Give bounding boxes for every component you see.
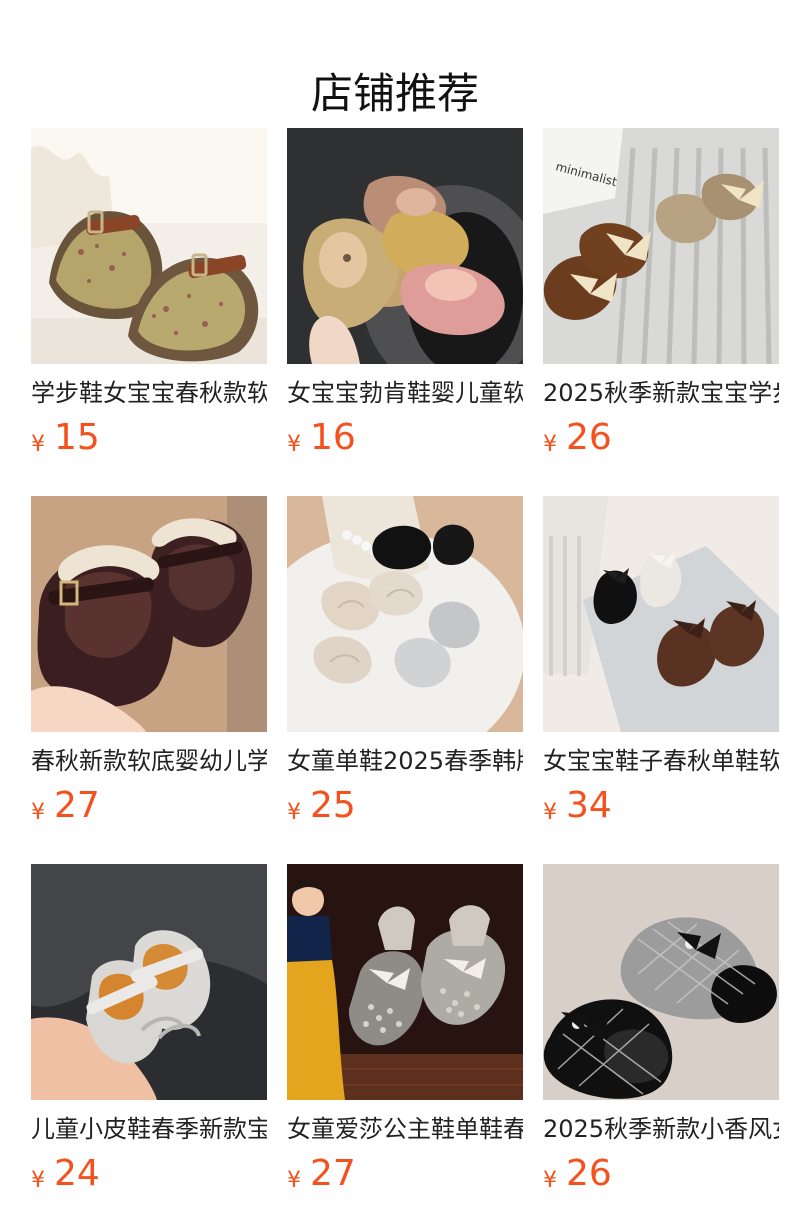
product-price: ¥ 16: [287, 416, 523, 460]
product-name[interactable]: 学步鞋女宝宝春秋款软底: [31, 376, 267, 410]
product-card-5[interactable]: 女童单鞋2025春季韩版公主鞋 ¥ 25: [287, 496, 523, 826]
currency-symbol: ¥: [287, 800, 301, 825]
product-image-4[interactable]: [31, 496, 267, 732]
product-card-8[interactable]: 女童爱莎公主鞋单鞋春秋 ¥ 27: [287, 864, 523, 1194]
quilted-bow-shoes-image: [543, 864, 779, 1100]
currency-symbol: ¥: [31, 800, 45, 825]
price-amount: 25: [310, 785, 356, 826]
bow-baby-shoes-image: minimalist: [543, 128, 779, 364]
currency-symbol: ¥: [543, 432, 557, 457]
currency-symbol: ¥: [31, 432, 45, 457]
product-card-9[interactable]: 2025秋季新款小香风女童鞋 ¥ 26: [543, 864, 779, 1194]
currency-symbol: ¥: [31, 1168, 45, 1193]
product-image-9[interactable]: [543, 864, 779, 1100]
price-amount: 27: [54, 785, 100, 826]
price-amount: 15: [54, 417, 100, 458]
currency-symbol: ¥: [287, 432, 301, 457]
felt-baby-shoes-image: [287, 128, 523, 364]
lace-leather-shoes-image: [31, 496, 267, 732]
product-name[interactable]: 女宝宝鞋子春秋单鞋软底: [543, 744, 779, 778]
price-amount: 16: [310, 417, 356, 458]
product-card-2[interactable]: 女宝宝勃肯鞋婴儿童软底 ¥ 16: [287, 128, 523, 458]
product-price: ¥ 26: [543, 416, 779, 460]
product-image-6[interactable]: [543, 496, 779, 732]
product-price: ¥ 27: [31, 784, 267, 828]
silver-and-black-shoes-image: [287, 496, 523, 732]
product-price: ¥ 34: [543, 784, 779, 828]
recommended-products-grid: 学步鞋女宝宝春秋款软底 ¥ 15 女宝宝勃肯鞋婴儿童: [31, 128, 779, 1194]
floral-baby-shoes-image: [31, 128, 267, 364]
product-card-7[interactable]: 儿童小皮鞋春季新款宝宝鞋 ¥ 24: [31, 864, 267, 1194]
price-amount: 26: [566, 1153, 612, 1194]
product-price: ¥ 24: [31, 1152, 267, 1196]
product-name[interactable]: 女宝宝勃肯鞋婴儿童软底: [287, 376, 523, 410]
product-name[interactable]: 女童单鞋2025春季韩版公主鞋: [287, 744, 523, 778]
page-title: 店铺推荐: [310, 69, 479, 119]
product-image-8[interactable]: [287, 864, 523, 1100]
product-name[interactable]: 2025秋季新款宝宝学步鞋: [543, 376, 779, 410]
price-amount: 24: [54, 1153, 100, 1194]
product-name[interactable]: 春秋新款软底婴幼儿学步鞋: [31, 744, 267, 778]
currency-symbol: ¥: [543, 800, 557, 825]
product-card-3[interactable]: minimalist 2025秋季新款宝宝学步鞋 ¥ 26: [543, 128, 779, 458]
product-name[interactable]: 儿童小皮鞋春季新款宝宝鞋: [31, 1112, 267, 1146]
currency-symbol: ¥: [543, 1168, 557, 1193]
sequin-princess-shoes-image: [287, 864, 523, 1100]
product-name[interactable]: 2025秋季新款小香风女童鞋: [543, 1112, 779, 1146]
price-amount: 26: [566, 417, 612, 458]
product-image-2[interactable]: [287, 128, 523, 364]
product-price: ¥ 27: [287, 1152, 523, 1196]
price-amount: 27: [310, 1153, 356, 1194]
price-amount: 34: [566, 785, 612, 826]
currency-symbol: ¥: [287, 1168, 301, 1193]
bow-leather-shoes-image: [543, 496, 779, 732]
product-card-1[interactable]: 学步鞋女宝宝春秋款软底 ¥ 15: [31, 128, 267, 458]
product-name[interactable]: 女童爱莎公主鞋单鞋春秋: [287, 1112, 523, 1146]
product-price: ¥ 25: [287, 784, 523, 828]
product-card-6[interactable]: 女宝宝鞋子春秋单鞋软底 ¥ 34: [543, 496, 779, 826]
product-price: ¥ 15: [31, 416, 267, 460]
product-image-5[interactable]: [287, 496, 523, 732]
silver-baby-shoes-image: [31, 864, 267, 1100]
product-image-7[interactable]: [31, 864, 267, 1100]
product-card-4[interactable]: 春秋新款软底婴幼儿学步鞋 ¥ 27: [31, 496, 267, 826]
product-image-1[interactable]: [31, 128, 267, 364]
product-price: ¥ 26: [543, 1152, 779, 1196]
product-image-3[interactable]: minimalist: [543, 128, 779, 364]
